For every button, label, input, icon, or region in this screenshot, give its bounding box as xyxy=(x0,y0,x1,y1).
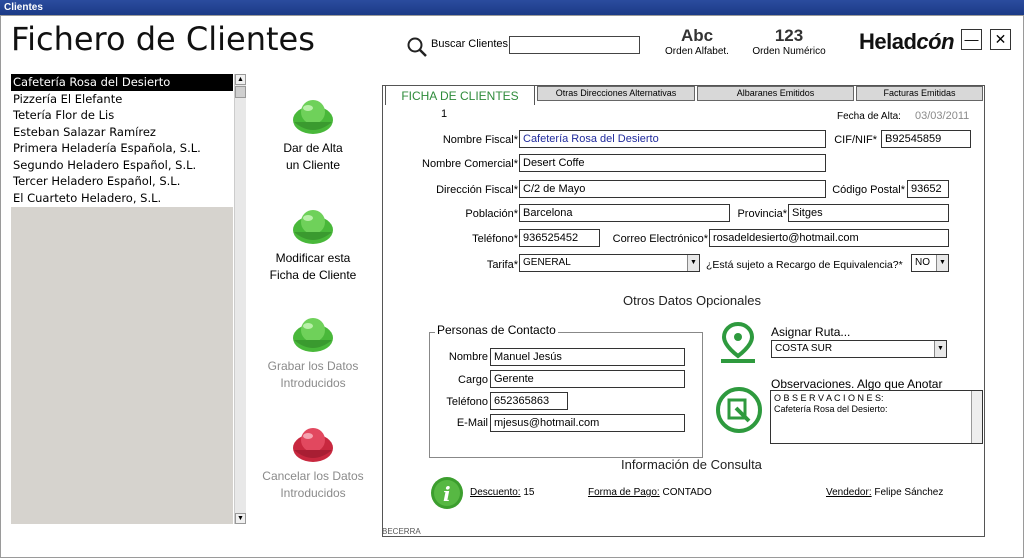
observaciones-scrollbar[interactable] xyxy=(971,391,982,443)
edit-client-button[interactable]: Modificar esta Ficha de Cliente xyxy=(259,208,367,284)
telefono-field[interactable]: 936525452 xyxy=(519,229,600,247)
optional-section-title: Otros Datos Opcionales xyxy=(623,293,762,308)
email-label: Correo Electrónico* xyxy=(612,233,708,245)
recargo-select[interactable]: NO ▼ xyxy=(911,254,949,272)
footer-credit: BECERRA xyxy=(382,527,421,536)
cp-field[interactable]: 93652 xyxy=(907,180,949,198)
list-item[interactable]: Segundo Heladero Español, S.L. xyxy=(11,157,233,174)
tab-ficha-clientes[interactable]: FICHA DE CLIENTES xyxy=(385,85,535,105)
client-list[interactable]: Cafetería Rosa del Desierto Pizzería El E… xyxy=(11,74,233,524)
observaciones-line: O B S E R V A C I O N E S: xyxy=(774,393,884,403)
recargo-label: ¿Está sujeto a Recargo de Equivalencia?* xyxy=(706,259,903,271)
search-input[interactable] xyxy=(509,36,640,54)
nombre-comercial-field[interactable]: Desert Coffe xyxy=(519,154,826,172)
save-data-button[interactable]: Grabar los Datos Introducidos xyxy=(259,316,367,392)
contact-email-label: E-Mail xyxy=(456,417,488,429)
list-item[interactable]: Primera Heladería Española, S.L. xyxy=(11,140,233,157)
nombre-comercial-label: Nombre Comercial* xyxy=(422,158,518,170)
info-icon[interactable]: i xyxy=(430,476,464,510)
ice-cream-scoop-green-icon xyxy=(293,318,333,352)
scroll-thumb[interactable] xyxy=(235,86,246,98)
abc-icon: Abc xyxy=(680,26,714,45)
ruta-select[interactable]: COSTA SUR ▼ xyxy=(771,340,947,358)
minimize-button[interactable]: — xyxy=(961,29,982,50)
fecha-alta-label: Fecha de Alta: xyxy=(837,111,901,122)
forma-pago-info: Forma de Pago: CONTADO xyxy=(588,487,712,498)
tab-facturas[interactable]: Facturas Emitidas xyxy=(856,86,983,101)
123-icon: 123 xyxy=(774,26,804,45)
provincia-field[interactable]: Sitges xyxy=(788,204,949,222)
ice-cream-scoop-green-icon xyxy=(293,210,333,244)
cif-field[interactable]: B92545859 xyxy=(881,130,971,148)
chevron-down-icon[interactable]: ▼ xyxy=(936,255,948,271)
chevron-down-icon[interactable]: ▼ xyxy=(687,255,699,271)
contact-telefono-field[interactable]: 652365863 xyxy=(490,392,568,410)
cancel-data-button[interactable]: Cancelar los Datos Introducidos xyxy=(259,426,367,502)
cp-label: Código Postal* xyxy=(832,184,905,196)
scroll-up-icon[interactable]: ▲ xyxy=(235,74,246,85)
contact-email-field[interactable]: mjesus@hotmail.com xyxy=(490,414,685,432)
list-item[interactable]: Cafetería Rosa del Desierto xyxy=(11,74,233,91)
brand-logo: Heladcón xyxy=(859,29,955,54)
client-list-scrollbar[interactable]: ▲ ▼ xyxy=(234,74,246,524)
search-icon[interactable] xyxy=(406,36,428,58)
ice-cream-scoop-red-icon xyxy=(293,428,333,462)
list-item[interactable]: Tercer Heladero Español, S.L. xyxy=(11,173,233,190)
search-label: Buscar Clientes xyxy=(431,38,509,50)
poblacion-field[interactable]: Barcelona xyxy=(519,204,730,222)
close-button[interactable]: ✕ xyxy=(990,29,1011,50)
nombre-fiscal-field[interactable]: Cafetería Rosa del Desierto xyxy=(519,130,826,148)
telefono-label: Teléfono* xyxy=(472,233,518,245)
sort-alphabetic-button[interactable]: Abc Orden Alfabet. xyxy=(661,26,733,57)
provincia-label: Provincia* xyxy=(737,208,787,220)
list-item[interactable]: El Cuarteto Heladero, S.L. xyxy=(11,190,233,207)
map-pin-icon[interactable] xyxy=(719,322,757,364)
list-item[interactable]: Pizzería El Elefante xyxy=(11,91,233,108)
tarifa-label: Tarifa* xyxy=(486,259,518,271)
ruta-label: Asignar Ruta... xyxy=(771,325,851,339)
contact-group-title: Personas de Contacto xyxy=(435,323,558,337)
nombre-fiscal-label: Nombre Fiscal* xyxy=(442,134,518,146)
sort-numeric-button[interactable]: 123 Orden Numérico xyxy=(747,26,831,57)
client-number: 1 xyxy=(441,108,448,120)
contact-cargo-field[interactable]: Gerente xyxy=(490,370,685,388)
ice-cream-scoop-green-icon xyxy=(293,100,333,134)
vendedor-info: Vendedor: Felipe Sánchez xyxy=(826,487,944,498)
add-client-button[interactable]: Dar de Alta un Cliente xyxy=(259,98,367,174)
page-title: Fichero de Clientes xyxy=(11,20,315,58)
observaciones-label: Observaciones. Algo que Anotar xyxy=(771,377,943,391)
observaciones-line: Cafetería Rosa del Desierto: xyxy=(774,404,888,414)
tab-otras-direcciones[interactable]: Otras Direcciones Alternativas xyxy=(537,86,695,101)
scroll-down-icon[interactable]: ▼ xyxy=(235,513,246,524)
cif-label: CIF/NIF* xyxy=(834,134,877,146)
contact-nombre-label: Nombre xyxy=(448,351,488,363)
observaciones-textarea[interactable]: O B S E R V A C I O N E S: Cafetería Ros… xyxy=(770,390,983,444)
direccion-label: Dirección Fiscal* xyxy=(436,184,518,196)
contact-nombre-field[interactable]: Manuel Jesús xyxy=(490,348,685,366)
notes-edit-icon[interactable] xyxy=(714,386,764,434)
list-item[interactable]: Tetería Flor de Lis xyxy=(11,107,233,124)
window-titlebar: Clientes xyxy=(0,0,1024,15)
descuento-info: Descuento: 15 xyxy=(470,487,535,498)
contact-cargo-label: Cargo xyxy=(458,374,488,386)
tarifa-select[interactable]: GENERAL ▼ xyxy=(519,254,700,272)
fecha-alta-value: 03/03/2011 xyxy=(915,110,970,122)
chevron-down-icon[interactable]: ▼ xyxy=(934,341,946,357)
sort-numeric-label: Orden Numérico xyxy=(752,46,826,57)
sort-alphabetic-label: Orden Alfabet. xyxy=(665,46,729,57)
direccion-field[interactable]: C/2 de Mayo xyxy=(519,180,826,198)
svg-text:i: i xyxy=(443,482,451,506)
poblacion-label: Población* xyxy=(465,208,518,220)
consulta-section-title: Información de Consulta xyxy=(621,457,762,472)
contact-telefono-label: Teléfono xyxy=(446,396,488,408)
email-field[interactable]: rosadeldesierto@hotmail.com xyxy=(709,229,949,247)
tab-albaranes[interactable]: Albaranes Emitidos xyxy=(697,86,854,101)
list-item[interactable]: Esteban Salazar Ramírez xyxy=(11,124,233,141)
app-window: Fichero de Clientes Buscar Clientes Abc … xyxy=(0,15,1024,558)
